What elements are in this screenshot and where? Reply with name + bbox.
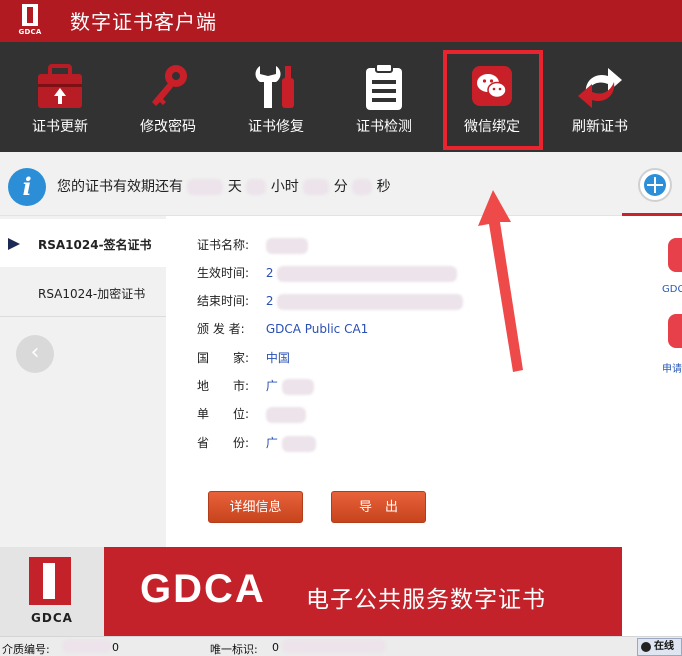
redacted-value — [281, 435, 316, 452]
toolbar-label: 证书更新 — [32, 119, 88, 135]
detail-label: 结束时间: — [197, 294, 250, 308]
globe-icon — [638, 168, 672, 202]
detail-label: 单 位: — [197, 407, 250, 421]
redacted-value — [246, 179, 267, 195]
detail-start-row: 生效时间: 2 — [197, 264, 458, 282]
chevron-left-icon[interactable]: ‹ — [16, 335, 54, 373]
clipboard-icon — [366, 63, 402, 110]
redacted-value — [277, 293, 464, 310]
uid-value: 0 — [272, 641, 279, 654]
gdca-side-button[interactable] — [668, 238, 682, 272]
banner-slogan: 电子公共服务数字证书 — [306, 587, 546, 613]
toolbar-label: 证书修复 — [248, 119, 304, 135]
right-side-panel: GDC 申请 — [622, 152, 682, 547]
detail-label: 地 市: — [197, 379, 250, 393]
title-bar: GDCA 数字证书客户端 — [0, 0, 682, 42]
wechat-icon — [472, 66, 512, 106]
refresh-icon — [578, 68, 622, 108]
toolbar-change-password[interactable]: 修改密码 — [114, 42, 222, 152]
redacted-value — [265, 237, 308, 254]
key-icon — [152, 65, 187, 106]
cert-item-sign[interactable]: RSA1024-签名证书 — [0, 219, 166, 267]
toolbar-label: 修改密码 — [140, 119, 196, 135]
list-divider — [0, 316, 166, 317]
detail-label: 国 家: — [197, 351, 250, 365]
media-label: 介质编号: — [2, 643, 50, 656]
client-window: GDCA 数字证书客户端 证书更新 修改密码 证书修复 证书检测 微信绑定 刷新… — [0, 0, 682, 656]
validity-day-unit: 天 — [227, 179, 242, 195]
validity-bar: i 您的证书有效期还有 天 小时 分 秒 — [0, 152, 622, 216]
detail-info-button[interactable]: 详细信息 — [208, 491, 303, 523]
detail-name-row: 证书名称: — [197, 236, 308, 254]
gdca-logo-icon: GDCA — [17, 4, 43, 38]
toolbar-label: 刷新证书 — [572, 119, 628, 135]
export-button[interactable]: 导 出 — [331, 491, 426, 523]
media-value: 0 — [112, 641, 119, 654]
detail-city-row: 地 市: 广 — [197, 377, 314, 395]
detail-value: GDCA Public CA1 — [265, 322, 369, 336]
apply-side-button[interactable] — [668, 314, 682, 348]
redacted-value — [282, 639, 386, 653]
redacted-value — [303, 179, 330, 195]
banner-logo-text: GDCA — [31, 611, 73, 625]
toolbar-label: 微信绑定 — [464, 119, 520, 135]
validity-second-unit: 秒 — [376, 179, 391, 195]
detail-issuer-row: 颁 发 者: GDCA Public CA1 — [197, 320, 368, 337]
wrench-icon — [255, 66, 294, 108]
toolbar-cert-update[interactable]: 证书更新 — [6, 42, 114, 152]
logo-text: GDCA — [18, 28, 42, 36]
validity-prefix: 您的证书有效期还有 — [57, 179, 183, 195]
redacted-value — [352, 179, 373, 195]
uid-label: 唯一标识: — [210, 643, 258, 656]
validity-hour-unit: 小时 — [270, 179, 299, 195]
toolbox-upload-icon — [38, 64, 82, 108]
detail-value: 2 — [265, 266, 274, 280]
detail-label: 省 份: — [197, 436, 250, 450]
detail-label: 证书名称: — [197, 238, 250, 252]
cert-details: 证书名称: 生效时间: 2 结束时间: 2 颁 发 者: GDCA Public… — [166, 216, 622, 547]
detail-value: 广 — [265, 379, 278, 393]
detail-value: 广 — [265, 436, 278, 450]
detail-end-row: 结束时间: 2 — [197, 292, 464, 310]
side-label-2: 申请 — [662, 364, 682, 375]
redacted-value — [281, 378, 314, 395]
gdca-banner: GDCA GDCA 电子公共服务数字证书 — [0, 547, 622, 636]
side-label-1: GDC — [662, 284, 682, 295]
main-toolbar: 证书更新 修改密码 证书修复 证书检测 微信绑定 刷新证书 — [0, 42, 682, 152]
web-tab[interactable] — [622, 152, 682, 216]
detail-label: 颁 发 者: — [197, 322, 245, 336]
detail-value: 2 — [265, 294, 274, 308]
cert-item-encrypt[interactable]: RSA1024-加密证书 — [0, 268, 166, 316]
cert-list: RSA1024-签名证书 RSA1024-加密证书 ‹ — [0, 216, 166, 547]
toolbar-label: 证书检测 — [356, 119, 412, 135]
toolbar-wechat-bind[interactable]: 微信绑定 — [438, 42, 546, 152]
banner-brand: GDCA — [140, 567, 266, 611]
detail-value: 中国 — [265, 351, 290, 365]
validity-minute-unit: 分 — [333, 179, 348, 195]
status-bar: 介质编号: 0 唯一标识: 0 在线 — [0, 636, 682, 656]
redacted-value — [187, 179, 224, 195]
gdca-logo-icon: GDCA — [0, 547, 104, 636]
toolbar-refresh-cert[interactable]: 刷新证书 — [546, 42, 654, 152]
detail-org-row: 单 位: — [197, 405, 306, 423]
detail-label: 生效时间: — [197, 266, 250, 280]
selected-arrow-icon — [8, 238, 20, 250]
redacted-value — [277, 265, 458, 282]
redacted-value — [62, 639, 112, 653]
window-title: 数字证书客户端 — [70, 10, 217, 34]
redacted-value — [265, 406, 306, 423]
detail-province-row: 省 份: 广 — [197, 434, 316, 452]
detail-country-row: 国 家: 中国 — [197, 349, 290, 366]
cert-item-label: RSA1024-签名证书 — [38, 238, 152, 252]
cert-item-label: RSA1024-加密证书 — [38, 287, 146, 301]
info-icon: i — [8, 168, 46, 206]
online-button[interactable]: 在线 — [637, 638, 682, 656]
toolbar-cert-repair[interactable]: 证书修复 — [222, 42, 330, 152]
toolbar-cert-check[interactable]: 证书检测 — [330, 42, 438, 152]
validity-text: 您的证书有效期还有 天 小时 分 秒 — [57, 176, 391, 196]
